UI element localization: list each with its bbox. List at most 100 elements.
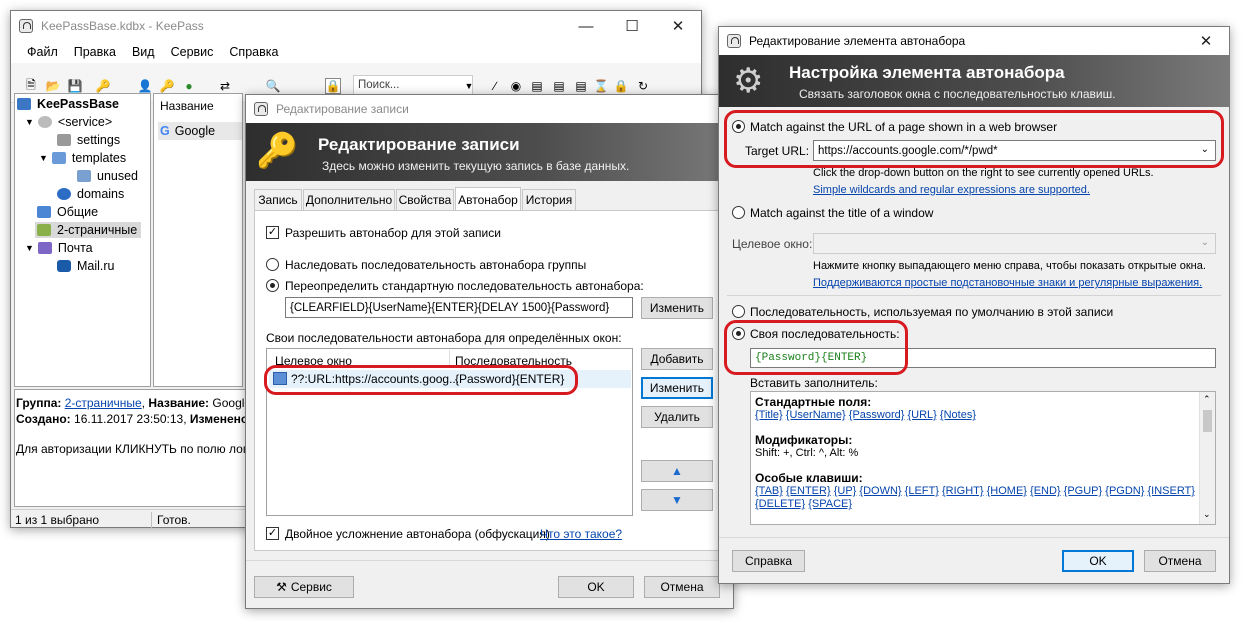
tools-button[interactable]: ⚒ Сервис xyxy=(254,576,354,598)
entry-cancel-button[interactable]: Отмена xyxy=(644,576,720,598)
override-sequence-input[interactable]: {CLEARFIELD}{UserName}{ENTER}{DELAY 1500… xyxy=(285,297,633,318)
list-header-title[interactable]: Название xyxy=(160,99,214,113)
tree-settings[interactable]: settings xyxy=(57,133,120,147)
scroll-up-icon[interactable]: ⌃ xyxy=(1203,394,1211,405)
scroll-thumb[interactable] xyxy=(1203,410,1212,432)
menu-edit[interactable]: Правка xyxy=(66,45,124,59)
ph-pgup[interactable]: {PGUP} xyxy=(1064,485,1103,497)
ph-home[interactable]: {HOME} xyxy=(987,485,1027,497)
tab-advanced[interactable]: Дополнительно xyxy=(303,189,395,210)
open-database-icon[interactable]: 📂 xyxy=(45,78,61,94)
group-link[interactable]: 2-страничные xyxy=(65,396,142,410)
window-dropdown-icon[interactable]: ⌄ xyxy=(1201,237,1209,248)
refresh-icon[interactable]: ↻ xyxy=(635,78,651,94)
ph-up[interactable]: {UP} xyxy=(834,485,857,497)
ph-notes[interactable]: {Notes} xyxy=(940,409,976,421)
ph-right[interactable]: {RIGHT} xyxy=(942,485,984,497)
url-wildcards-link[interactable]: Simple wildcards and regular expressions… xyxy=(813,184,1090,196)
help-button[interactable]: Справка xyxy=(732,550,805,572)
tab-history[interactable]: История xyxy=(522,189,576,210)
autotype-cancel-button[interactable]: Отмена xyxy=(1144,550,1216,572)
ph-username[interactable]: {UserName} xyxy=(786,409,846,421)
tree-unused[interactable]: unused xyxy=(77,169,138,183)
menu-file[interactable]: Файл xyxy=(19,45,66,59)
tree-templates[interactable]: ▼ templates xyxy=(39,151,126,165)
maximize-button[interactable]: ☐ xyxy=(609,11,655,41)
group-tree[interactable]: KeePassBase ▼ <service> settings ▼ templat… xyxy=(14,93,151,387)
enable-autotype-checkbox[interactable]: ✓ xyxy=(266,226,279,239)
save-icon[interactable]: 💾 xyxy=(67,78,83,94)
ph-insert[interactable]: {INSERT} xyxy=(1147,485,1195,497)
toolbar-tool-2-icon[interactable]: ▤ xyxy=(529,78,545,94)
obfuscation-checkbox[interactable]: ✓ xyxy=(266,527,279,540)
ph-delete[interactable]: {DELETE} xyxy=(755,498,805,510)
menu-tools[interactable]: Сервис xyxy=(163,45,222,59)
collapse-icon[interactable]: ▼ xyxy=(25,243,34,253)
match-title-radio[interactable] xyxy=(732,206,745,219)
delete-sequence-button[interactable]: Удалить xyxy=(641,406,713,428)
default-sequence-radio[interactable] xyxy=(732,305,745,318)
tree-domains[interactable]: domains xyxy=(57,187,124,201)
ph-pgdn[interactable]: {PGDN} xyxy=(1105,485,1144,497)
tree-two-page[interactable]: 2-страничные xyxy=(35,222,142,238)
toolbar-tool-3-icon[interactable]: ▤ xyxy=(551,78,567,94)
ph-enter[interactable]: {ENTER} xyxy=(786,485,831,497)
entry-list[interactable]: Название G Google xyxy=(153,93,243,387)
menu-view[interactable]: Вид xyxy=(124,45,163,59)
url-hint: Click the drop-down button on the right … xyxy=(813,167,1154,179)
ph-space[interactable]: {SPACE} xyxy=(808,498,852,510)
lock-workspace-icon[interactable]: 🔒 xyxy=(325,78,341,94)
placeholder-list[interactable]: Стандартные поля: {Title} {UserName} {Pa… xyxy=(750,391,1216,525)
autotype-close-button[interactable]: ✕ xyxy=(1183,27,1229,55)
new-database-icon[interactable]: 🗎 xyxy=(23,78,39,94)
toolbar-tool-4-icon[interactable]: ▤ xyxy=(573,78,589,94)
list-item-google[interactable]: G Google xyxy=(158,122,242,140)
move-up-button[interactable]: ▲ xyxy=(641,460,713,482)
search-dropdown-icon[interactable]: ▼ xyxy=(461,78,477,94)
toolbar-tool-1-icon[interactable]: ∕ xyxy=(487,78,503,94)
toolbar-search-input[interactable]: Поиск... xyxy=(353,75,473,95)
menu-help[interactable]: Справка xyxy=(221,45,286,59)
tab-properties[interactable]: Свойства xyxy=(396,189,454,210)
autotype-ok-button[interactable]: OK xyxy=(1062,550,1134,572)
add-sequence-button[interactable]: Добавить xyxy=(641,348,713,370)
tree-mail[interactable]: ▼ Почта xyxy=(25,241,93,255)
ph-title[interactable]: {Title} xyxy=(755,409,783,421)
scroll-down-icon[interactable]: ⌄ xyxy=(1203,509,1211,520)
tree-root[interactable]: KeePassBase xyxy=(17,97,119,111)
move-down-button[interactable]: ▼ xyxy=(641,489,713,511)
entry-ok-button[interactable]: OK xyxy=(558,576,634,598)
tab-entry[interactable]: Запись xyxy=(254,189,302,210)
target-window-input[interactable]: ⌄ xyxy=(813,233,1216,254)
sync-icon[interactable]: ⇄ xyxy=(217,78,233,94)
override-change-button[interactable]: Изменить xyxy=(641,297,713,319)
find-icon[interactable]: 🔍 xyxy=(265,78,281,94)
inherit-radio[interactable] xyxy=(266,258,279,271)
tree-general[interactable]: Общие xyxy=(37,205,98,219)
ph-tab[interactable]: {TAB} xyxy=(755,485,783,497)
hourglass-icon[interactable]: ⌛ xyxy=(593,78,609,94)
tree-service[interactable]: ▼ <service> xyxy=(25,115,112,129)
placeholder-scrollbar[interactable]: ⌃ ⌄ xyxy=(1199,392,1215,524)
what-is-this-link[interactable]: Что это такое? xyxy=(540,527,622,541)
collapse-icon[interactable]: ▼ xyxy=(25,117,34,127)
ph-url[interactable]: {URL} xyxy=(908,409,937,421)
open-url-icon[interactable]: ● xyxy=(181,78,197,94)
copy-password-icon[interactable]: 🔑 xyxy=(159,78,175,94)
window-wildcards-link[interactable]: Поддерживаются простые подстановочные зн… xyxy=(813,277,1202,289)
ph-down[interactable]: {DOWN} xyxy=(859,485,901,497)
edit-sequence-button[interactable]: Изменить xyxy=(641,377,713,399)
ph-end[interactable]: {END} xyxy=(1030,485,1061,497)
tab-autotype[interactable]: Автонабор xyxy=(455,187,521,211)
minimize-button[interactable]: — xyxy=(563,11,609,41)
add-entry-icon[interactable]: 🔑 xyxy=(95,78,111,94)
close-button[interactable]: ✕ xyxy=(655,11,701,41)
eye-icon[interactable]: ◉ xyxy=(508,78,524,94)
ph-password[interactable]: {Password} xyxy=(849,409,905,421)
lock-icon[interactable]: 🔒 xyxy=(613,78,629,94)
tree-mailru[interactable]: Mail.ru xyxy=(57,259,115,273)
collapse-icon[interactable]: ▼ xyxy=(39,153,48,163)
override-radio[interactable] xyxy=(266,279,279,292)
ph-left[interactable]: {LEFT} xyxy=(905,485,939,497)
copy-username-icon[interactable]: 👤 xyxy=(137,78,153,94)
